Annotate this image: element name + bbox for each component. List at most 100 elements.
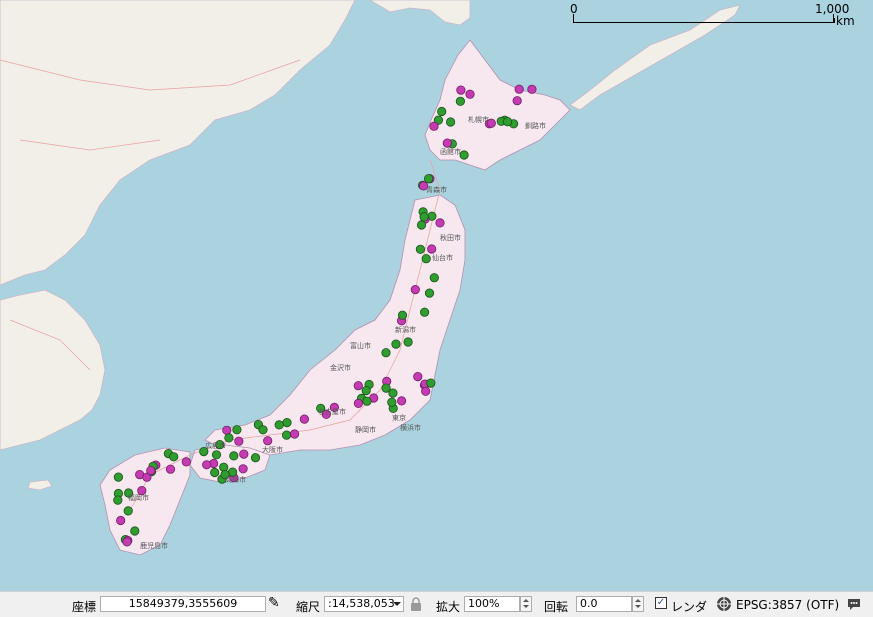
magenta-marker[interactable]: [263, 436, 273, 446]
render-checkbox[interactable]: ✓: [655, 597, 667, 609]
green-marker[interactable]: [423, 174, 434, 184]
magenta-marker[interactable]: [527, 84, 537, 94]
magenta-marker[interactable]: [289, 429, 300, 439]
magenta-marker[interactable]: [238, 464, 248, 474]
scale-tick-right: [833, 14, 834, 22]
scale-bar-line: [573, 18, 835, 23]
magenta-marker[interactable]: [396, 396, 407, 406]
globe-crs-icon[interactable]: [716, 596, 732, 612]
magenta-marker[interactable]: [410, 284, 420, 295]
green-marker[interactable]: [281, 430, 292, 440]
green-marker[interactable]: [419, 307, 430, 317]
magenta-marker[interactable]: [146, 465, 156, 476]
render-label: レンダ: [671, 600, 708, 614]
rotation-field[interactable]: 0.0: [576, 596, 632, 612]
green-marker[interactable]: [113, 495, 123, 505]
magenta-marker[interactable]: [427, 244, 437, 254]
magenta-marker[interactable]: [421, 386, 431, 396]
place-label: 静岡市: [355, 425, 376, 434]
green-marker[interactable]: [421, 254, 431, 264]
green-marker[interactable]: [258, 425, 268, 435]
magenta-marker[interactable]: [299, 414, 309, 424]
magnify-field[interactable]: 100%: [464, 596, 520, 612]
green-marker[interactable]: [123, 506, 133, 516]
magenta-marker[interactable]: [122, 537, 132, 547]
green-marker[interactable]: [429, 273, 439, 283]
place-label: 横浜市: [400, 423, 421, 432]
magenta-marker[interactable]: [442, 138, 452, 148]
magenta-marker[interactable]: [181, 457, 191, 467]
place-label: 広島市: [205, 441, 226, 450]
rotation-label: 回転: [544, 600, 569, 614]
green-marker[interactable]: [415, 244, 425, 254]
magenta-marker[interactable]: [512, 96, 522, 106]
place-label: 仙台市: [432, 253, 453, 262]
coordinate-label: 座標: [72, 600, 97, 614]
messages-icon[interactable]: [846, 597, 862, 612]
place-label: 富山市: [350, 341, 371, 350]
green-marker[interactable]: [502, 117, 513, 127]
green-marker[interactable]: [224, 433, 234, 443]
map-canvas[interactable]: 福岡市 大阪市 名古屋市 東京 札幌市 釧路市 仙台市 新潟市 広島市 鹿児島市 高知市 函館市 青森市…: [0, 0, 873, 591]
magenta-marker[interactable]: [456, 85, 466, 95]
green-marker[interactable]: [169, 452, 179, 462]
green-marker[interactable]: [455, 96, 465, 106]
green-marker[interactable]: [437, 106, 447, 117]
green-marker[interactable]: [426, 378, 436, 388]
green-marker[interactable]: [459, 150, 469, 160]
green-marker[interactable]: [211, 450, 222, 460]
magnify-label: 拡大: [436, 600, 461, 614]
place-label: 札幌市: [468, 115, 489, 124]
place-label: 秋田市: [440, 233, 461, 242]
green-marker[interactable]: [403, 337, 413, 347]
green-marker[interactable]: [381, 348, 391, 358]
magenta-marker[interactable]: [165, 464, 176, 474]
scale-label: 縮尺: [296, 600, 321, 614]
scale-dropdown-icon[interactable]: [393, 602, 401, 606]
magenta-marker[interactable]: [514, 84, 524, 94]
place-label: 東京: [392, 413, 406, 422]
magenta-marker[interactable]: [465, 89, 475, 99]
magenta-marker[interactable]: [222, 425, 232, 435]
magenta-marker[interactable]: [353, 381, 363, 391]
green-marker[interactable]: [362, 396, 372, 406]
magenta-marker[interactable]: [116, 515, 126, 526]
toggle-extents-icon[interactable]: ✎: [268, 595, 280, 611]
green-marker[interactable]: [282, 417, 292, 428]
place-label: 新潟市: [395, 325, 416, 334]
magenta-marker[interactable]: [202, 460, 212, 470]
magenta-marker[interactable]: [413, 371, 423, 382]
crs-label[interactable]: EPSG:3857 (OTF): [736, 598, 839, 612]
lock-icon[interactable]: [410, 597, 422, 612]
magenta-marker[interactable]: [353, 398, 363, 408]
green-marker[interactable]: [387, 397, 397, 407]
magenta-marker[interactable]: [234, 436, 244, 446]
green-marker[interactable]: [130, 526, 140, 536]
scale-value: :14,538,053: [328, 597, 395, 610]
green-marker[interactable]: [210, 467, 220, 478]
green-marker[interactable]: [229, 451, 239, 461]
rotation-spinner[interactable]: [632, 596, 644, 612]
magenta-marker[interactable]: [435, 218, 445, 228]
magenta-marker[interactable]: [239, 449, 249, 459]
green-marker[interactable]: [250, 453, 261, 463]
green-marker[interactable]: [445, 117, 456, 127]
green-marker[interactable]: [361, 385, 371, 396]
green-marker[interactable]: [424, 288, 435, 298]
coordinate-field[interactable]: 15849379,3555609: [100, 596, 266, 612]
magenta-marker[interactable]: [429, 121, 439, 131]
green-marker[interactable]: [388, 388, 398, 398]
green-marker[interactable]: [397, 310, 408, 320]
green-marker[interactable]: [232, 425, 242, 435]
place-label: 名古屋市: [318, 407, 346, 416]
map-svg[interactable]: 福岡市 大阪市 名古屋市東京 札幌市釧路市仙台市新潟市広島市鹿児島市 高知市 函館市青森市…: [0, 0, 873, 591]
green-marker[interactable]: [391, 339, 401, 349]
green-marker[interactable]: [219, 462, 229, 472]
green-marker[interactable]: [113, 472, 124, 482]
green-marker[interactable]: [419, 212, 429, 222]
green-marker[interactable]: [416, 220, 427, 230]
green-marker[interactable]: [274, 420, 284, 430]
place-label: 青森市: [426, 185, 447, 194]
scale-combo[interactable]: :14,538,053: [324, 596, 404, 612]
magnify-spinner[interactable]: [520, 596, 532, 612]
